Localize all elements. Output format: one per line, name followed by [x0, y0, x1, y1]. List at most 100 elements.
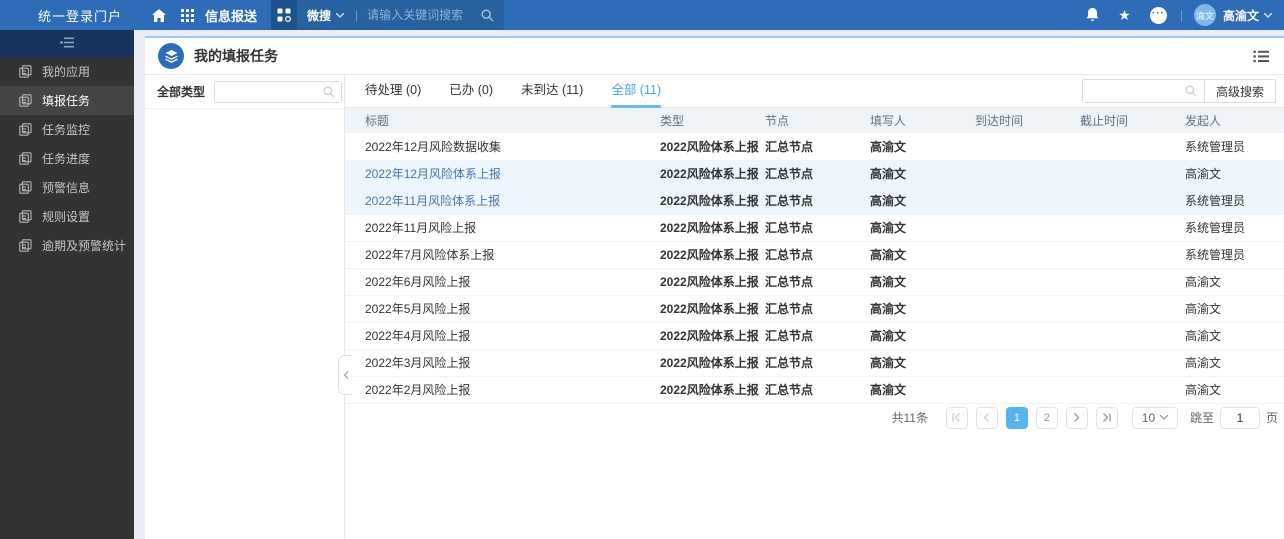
table-row[interactable]: 2022年3月风险上报 2022风险体系上报 汇总节点 高渝文 高渝文	[345, 349, 1284, 376]
next-page-button[interactable]	[1065, 406, 1088, 429]
task-deadline	[1080, 241, 1185, 268]
user-name[interactable]: 高渝文	[1223, 7, 1259, 24]
sidebar-item-task-monitor[interactable]: 任务监控	[0, 115, 134, 144]
task-title[interactable]: 2022年2月风险上报	[345, 376, 660, 403]
task-arrive-time	[975, 160, 1080, 187]
task-initiator: 高渝文	[1185, 329, 1222, 343]
home-icon[interactable]	[152, 8, 167, 22]
document-icon	[19, 94, 32, 107]
task-type: 2022风险体系上报	[660, 329, 759, 343]
column-header: 节点	[765, 108, 870, 133]
task-title[interactable]: 2022年6月风险上报	[345, 268, 660, 295]
table-row[interactable]: 2022年5月风险上报 2022风险体系上报 汇总节点 高渝文 高渝文	[345, 295, 1284, 322]
list-search-input[interactable]	[1082, 84, 1185, 98]
task-writer: 高渝文	[870, 221, 907, 235]
task-deadline	[1080, 214, 1185, 241]
table-row[interactable]: 2022年11月风险上报 2022风险体系上报 汇总节点 高渝文 系统管理员	[345, 214, 1284, 241]
table-row[interactable]: 2022年2月风险上报 2022风险体系上报 汇总节点 高渝文 高渝文	[345, 376, 1284, 403]
tab-not-arrived[interactable]: 未到达 (11)	[521, 75, 583, 108]
sidebar-item-my-apps[interactable]: 我的应用	[0, 57, 134, 86]
sidebar-item-overdue-warning-stats[interactable]: 逾期及预警统计	[0, 231, 134, 260]
page-size-select[interactable]: 10	[1131, 406, 1178, 429]
tab-pending[interactable]: 待处理 (0)	[365, 75, 421, 108]
sidebar: 我的应用填报任务任务监控任务进度 预警信息 规则设置 逾期及预警统计	[0, 30, 134, 539]
sidebar-item-label: 填报任务	[42, 94, 91, 108]
tab-done[interactable]: 已办 (0)	[449, 75, 493, 108]
last-page-button[interactable]	[1095, 406, 1118, 429]
first-page-button[interactable]	[945, 406, 968, 429]
page-title: 我的填报任务	[194, 48, 278, 64]
task-list-panel: 待处理 (0) 已办 (0) 未到达 (11) 全部 (11) 高级搜索 标题 类型 节点…	[345, 75, 1284, 539]
topbar: 统一登录门户 信息报送 微搜 | 请输入关键词搜索 ★ ··· | 渝文 高渝文	[0, 0, 1284, 30]
task-table-body: 2022年12月风险数据收集 2022风险体系上报 汇总节点 高渝文 系统管理员 2022…	[345, 133, 1284, 403]
favorites-star-icon[interactable]: ★	[1118, 8, 1131, 22]
list-search-icon[interactable]	[1185, 85, 1197, 97]
task-title[interactable]: 2022年12月风险体系上报	[345, 160, 660, 187]
table-row[interactable]: 2022年12月风险体系上报 2022风险体系上报 汇总节点 高渝文 高渝文	[345, 160, 1284, 187]
task-title[interactable]: 2022年5月风险上报	[345, 295, 660, 322]
more-ellipsis-icon[interactable]: ···	[1149, 6, 1167, 24]
task-arrive-time	[975, 241, 1080, 268]
table-row[interactable]: 2022年7月风险体系上报 2022风险体系上报 汇总节点 高渝文 系统管理员	[345, 241, 1284, 268]
task-type: 2022风险体系上报	[660, 356, 759, 370]
task-arrive-time	[975, 322, 1080, 349]
type-filter-search-input[interactable]	[215, 84, 324, 99]
sidebar-item-rule-settings[interactable]: 规则设置	[0, 202, 134, 231]
document-icon	[19, 239, 32, 252]
task-type: 2022风险体系上报	[660, 302, 759, 316]
wesearch-label[interactable]: 微搜	[307, 7, 331, 24]
task-title[interactable]: 2022年11月风险上报	[345, 214, 660, 241]
page-button[interactable]: 1	[1005, 406, 1028, 429]
topbar-right: ★ ··· | 渝文 高渝文	[1086, 4, 1272, 26]
tabs-bar: 待处理 (0) 已办 (0) 未到达 (11) 全部 (11) 高级搜索	[345, 75, 1284, 108]
task-title[interactable]: 2022年4月风险上报	[345, 322, 660, 349]
document-icon	[19, 152, 32, 165]
sidebar-item-report-tasks[interactable]: 填报任务	[0, 86, 134, 115]
sidebar-item-label: 任务监控	[42, 123, 91, 137]
task-title[interactable]: 2022年12月风险数据收集	[345, 133, 660, 160]
task-type: 2022风险体系上报	[660, 194, 759, 208]
task-initiator: 系统管理员	[1185, 194, 1246, 208]
global-search-input[interactable]	[367, 8, 480, 22]
task-deadline	[1080, 349, 1185, 376]
task-type: 2022风险体系上报	[660, 167, 759, 181]
table-row[interactable]: 2022年11月风险体系上报 2022风险体系上报 汇总节点 高渝文 系统管理员	[345, 187, 1284, 214]
task-title[interactable]: 2022年7月风险体系上报	[345, 241, 660, 268]
task-title[interactable]: 2022年11月风险体系上报	[345, 187, 660, 214]
table-row[interactable]: 2022年6月风险上报 2022风险体系上报 汇总节点 高渝文 高渝文	[345, 268, 1284, 295]
tab-all[interactable]: 全部 (11)	[611, 75, 662, 108]
sidebar-item-task-progress[interactable]: 任务进度	[0, 144, 134, 173]
page-button[interactable]: 2	[1035, 406, 1058, 429]
app-name[interactable]: 信息报送	[205, 6, 257, 25]
advanced-search-button[interactable]: 高级搜索	[1203, 79, 1276, 103]
notifications-bell-icon[interactable]	[1086, 8, 1099, 22]
task-writer: 高渝文	[870, 329, 907, 343]
table-row[interactable]: 2022年4月风险上报 2022风险体系上报 汇总节点 高渝文 高渝文	[345, 322, 1284, 349]
search-divider: |	[355, 8, 359, 22]
search-icon[interactable]	[481, 8, 494, 22]
sidebar-collapse-button[interactable]	[0, 30, 134, 57]
view-toggle-list-icon[interactable]	[1253, 50, 1269, 63]
task-arrive-time	[975, 187, 1080, 214]
document-icon	[19, 181, 32, 194]
type-filter-search-icon[interactable]	[323, 86, 335, 98]
user-chevron-down-icon[interactable]	[1264, 12, 1272, 18]
jump-page-input[interactable]	[1219, 406, 1260, 429]
task-initiator: 高渝文	[1185, 275, 1222, 289]
task-initiator: 高渝文	[1185, 302, 1222, 316]
mini-app-icon[interactable]	[271, 0, 298, 30]
task-type: 2022风险体系上报	[660, 221, 759, 235]
task-initiator: 系统管理员	[1185, 248, 1246, 262]
apps-grid-icon[interactable]	[181, 8, 195, 22]
sidebar-item-warning-info[interactable]: 预警信息	[0, 173, 134, 202]
panel-collapse-handle[interactable]	[338, 355, 352, 395]
table-row[interactable]: 2022年12月风险数据收集 2022风险体系上报 汇总节点 高渝文 系统管理员	[345, 133, 1284, 160]
task-writer: 高渝文	[870, 302, 907, 316]
wesearch-chevron-down-icon[interactable]	[336, 12, 345, 18]
prev-page-button[interactable]	[975, 406, 998, 429]
task-initiator: 高渝文	[1185, 356, 1222, 370]
task-title[interactable]: 2022年3月风险上报	[345, 349, 660, 376]
user-avatar[interactable]: 渝文	[1193, 4, 1216, 26]
task-node: 汇总节点	[765, 275, 814, 289]
task-arrive-time	[975, 349, 1080, 376]
